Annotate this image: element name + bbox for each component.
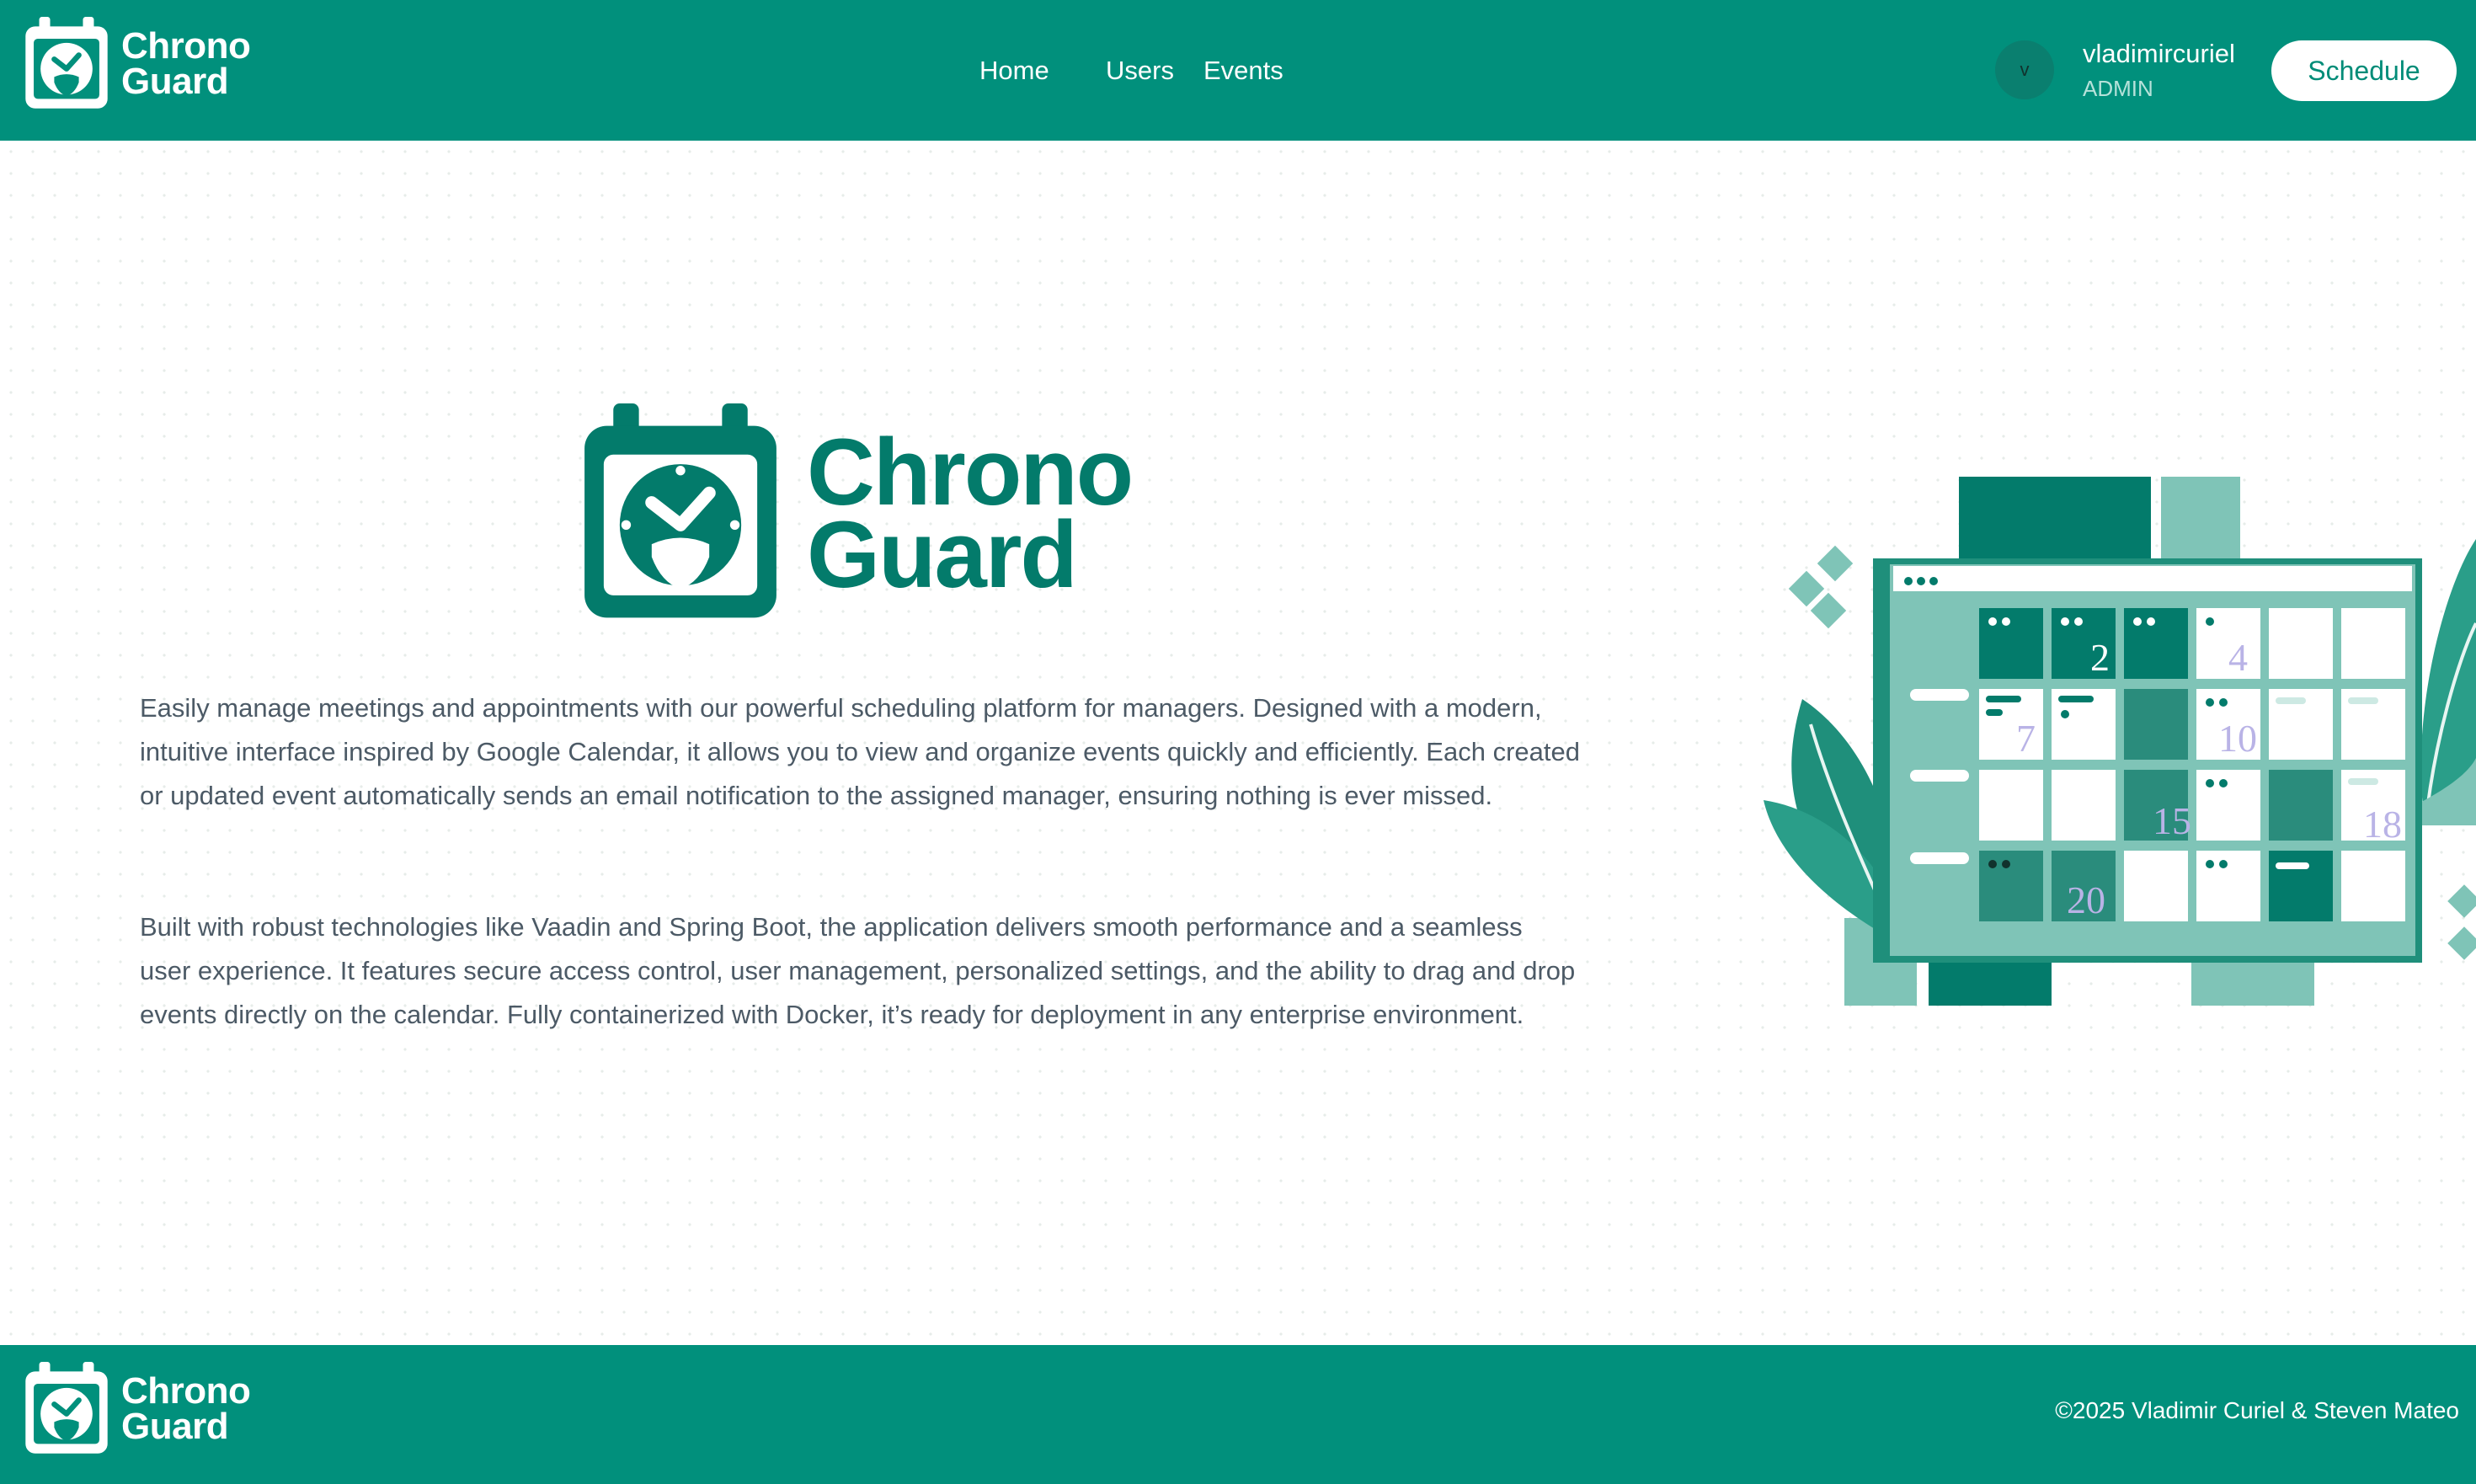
app-header: Chrono Guard Home Users Events v vladimi… xyxy=(0,0,2476,141)
hero-line-2: Guard xyxy=(807,502,1078,607)
main-content: Chrono Guard Easily manage meetings and … xyxy=(0,141,2476,1345)
user-name: vladimircuriel xyxy=(2083,39,2235,68)
day-10: 10 xyxy=(2218,717,2257,760)
copyright-text: ©2025 Vladimir Curiel & Steven Mateo xyxy=(2055,1397,2459,1423)
description-paragraph-1: Easily manage meetings and appointments … xyxy=(140,693,1580,810)
header-brand-text: Chrono Guard xyxy=(121,25,251,102)
user-avatar[interactable]: v xyxy=(1995,40,2054,99)
day-2: 2 xyxy=(2090,636,2110,679)
schedule-button[interactable]: Schedule xyxy=(2271,40,2457,101)
brand-line-1: Chrono xyxy=(121,25,251,67)
footer-brand-line-2: Guard xyxy=(121,1406,229,1447)
user-role: ADMIN xyxy=(2083,76,2153,101)
chronoguard-logo-icon xyxy=(25,17,108,109)
chronoguard-footer-logo-icon xyxy=(25,1362,108,1454)
hero-brand-text: Chrono Guard xyxy=(807,425,1134,607)
nav-events-link[interactable]: Events xyxy=(1203,56,1283,86)
brand-line-2: Guard xyxy=(121,61,229,102)
day-4: 4 xyxy=(2228,636,2248,679)
day-18: 18 xyxy=(2363,803,2402,846)
day-15: 15 xyxy=(2153,799,2191,842)
hero-logo: Chrono Guard xyxy=(578,403,1134,624)
chronoguard-hero-icon xyxy=(584,403,776,618)
nav-home-link[interactable]: Home xyxy=(979,56,1049,86)
description-paragraph-2: Built with robust technologies like Vaad… xyxy=(140,912,1576,1029)
footer-brand-text: Chrono Guard xyxy=(121,1370,251,1447)
app-footer: Chrono Guard ©2025 Vladimir Curiel & Ste… xyxy=(0,1345,2476,1484)
day-7: 7 xyxy=(2016,717,2036,760)
calendar-illustration-icon: 2 4 7 10 15 18 20 xyxy=(1764,477,2476,1006)
day-20: 20 xyxy=(2067,878,2105,921)
footer-brand-line-1: Chrono xyxy=(121,1370,251,1412)
nav-users-link[interactable]: Users xyxy=(1106,56,1174,86)
footer-logo[interactable]: Chrono Guard xyxy=(22,1362,251,1456)
header-logo[interactable]: Chrono Guard xyxy=(22,17,251,111)
